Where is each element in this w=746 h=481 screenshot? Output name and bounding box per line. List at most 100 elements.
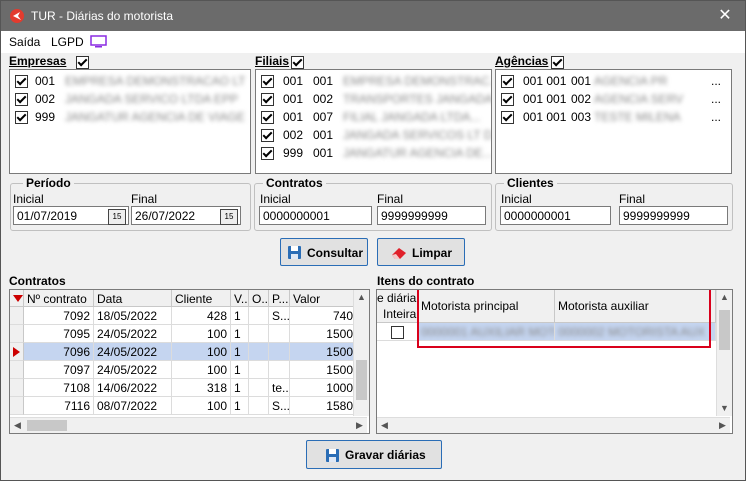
cell[interactable]: 7116 [24,397,94,415]
item-checkbox[interactable] [261,111,274,124]
scroll-left-icon[interactable]: ◀ [10,418,25,433]
item-checkbox[interactable] [15,75,28,88]
cell[interactable]: S... [269,397,290,415]
consultar-button[interactable]: Consultar [280,238,368,266]
cell[interactable]: 1580 [290,397,354,415]
cell[interactable]: 100 [172,397,231,415]
cell[interactable] [249,397,269,415]
periodo-inicial-field[interactable]: 01/07/2019 15 [13,206,129,225]
cell[interactable] [249,307,269,325]
itens-hscrollbar[interactable]: ◀ ▶ [377,417,730,433]
item-checkbox[interactable] [261,93,274,106]
cell[interactable] [269,361,290,379]
cell[interactable]: 1 [231,343,249,361]
cell[interactable]: 1500 [290,325,354,343]
contratos-inicial-field[interactable]: 0000000001 [259,206,372,225]
list-item[interactable]: 001 001 EMPRESA DEMONSTRAC... [256,72,491,89]
cell[interactable]: 24/05/2022 [94,343,172,361]
cell[interactable] [249,361,269,379]
cell[interactable]: 7095 [24,325,94,343]
limpar-button[interactable]: Limpar [377,238,465,266]
cell[interactable]: 1000 [290,379,354,397]
list-item[interactable]: 002 JANGADA SERVICO LTDA EPP [10,90,250,107]
inteira-checkbox[interactable] [391,326,404,339]
cell[interactable]: te... [269,379,290,397]
empresas-all-checkbox[interactable] [76,56,89,69]
cell[interactable]: 100 [172,361,231,379]
cell[interactable]: 7096 [24,343,94,361]
scroll-right-icon[interactable]: ▶ [352,418,367,433]
cell[interactable]: 1 [231,361,249,379]
item-checkbox[interactable] [501,93,514,106]
list-item[interactable]: 001 002 TRANSPORTES JANGADA... [256,90,491,107]
cell-inteira[interactable] [377,323,418,341]
cell[interactable]: 1 [231,397,249,415]
cell[interactable]: 7092 [24,307,94,325]
list-item[interactable]: 001 EMPRESA DEMONSTRACAO LT [10,72,250,89]
scroll-up-icon[interactable]: ▲ [354,290,369,305]
col-header[interactable]: Valor [290,290,354,307]
item-checkbox[interactable] [15,93,28,106]
item-checkbox[interactable] [501,111,514,124]
scroll-left-icon[interactable]: ◀ [377,418,392,433]
filiais-all-checkbox[interactable] [291,56,304,69]
cell[interactable]: 100 [172,343,231,361]
item-checkbox[interactable] [501,75,514,88]
scroll-right-icon[interactable]: ▶ [715,418,730,433]
contratos-grid[interactable]: Nº contrato Data Cliente V... O... P... … [9,289,370,434]
menu-lgpd[interactable]: LGPD [51,35,84,49]
list-item[interactable]: 001 007 FILIAL JANGADA LTDA... [256,108,491,125]
cell[interactable]: 08/07/2022 [94,397,172,415]
list-item[interactable]: 999 001 JANGATUR AGENCIA DE... [256,144,491,161]
list-item[interactable]: 001 001 003 TESTE MILENA ... [496,108,731,125]
calendar-icon[interactable]: 15 [220,209,238,225]
cell[interactable]: 1500 [290,343,354,361]
cell[interactable] [269,325,290,343]
col-header[interactable]: Data [94,290,172,307]
cell[interactable]: 1500 [290,361,354,379]
cell[interactable] [249,325,269,343]
contratos-final-field[interactable]: 9999999999 [377,206,486,225]
scroll-thumb[interactable] [356,360,367,400]
cell[interactable]: 318 [172,379,231,397]
col-header[interactable]: Cliente [172,290,231,307]
cell[interactable] [269,343,290,361]
cell[interactable]: 7097 [24,361,94,379]
contratos-hscrollbar[interactable]: ◀ ▶ [10,417,367,433]
cell[interactable]: 100 [172,325,231,343]
item-checkbox[interactable] [261,147,274,160]
list-item[interactable]: 999 JANGATUR AGENCIA DE VIAGE [10,108,250,125]
calendar-icon[interactable]: 15 [108,209,126,225]
col-header[interactable]: P... [269,290,290,307]
item-checkbox[interactable] [261,75,274,88]
monitor-icon[interactable] [90,35,107,48]
cell[interactable]: S... [269,307,290,325]
cell[interactable]: 24/05/2022 [94,325,172,343]
scroll-down-icon[interactable]: ▼ [717,401,732,416]
cell[interactable]: 428 [172,307,231,325]
filiais-list[interactable]: 001 001 EMPRESA DEMONSTRAC... 001 002 TR… [255,69,492,174]
col-header[interactable]: Inteira [377,306,418,323]
periodo-final-field[interactable]: 26/07/2022 15 [131,206,241,225]
clientes-inicial-field[interactable]: 0000000001 [500,206,611,225]
scroll-up-icon[interactable]: ▲ [717,290,732,305]
itens-grid[interactable]: e diária Inteira Motorista principal Mot… [376,289,733,434]
scroll-thumb[interactable] [719,310,730,350]
col-header[interactable]: Nº contrato [24,290,94,307]
item-checkbox[interactable] [15,111,28,124]
list-item[interactable]: 001 001 001 AGENCIA PR ... [496,72,731,89]
cell[interactable] [249,379,269,397]
list-item[interactable]: 001 001 002 AGENCIA SERV ... [496,90,731,107]
gravar-diarias-button[interactable]: Gravar diárias [306,440,442,469]
cell[interactable]: 14/06/2022 [94,379,172,397]
cell[interactable]: 24/05/2022 [94,361,172,379]
cell[interactable]: 18/05/2022 [94,307,172,325]
empresas-list[interactable]: 001 EMPRESA DEMONSTRACAO LT 002 JANGADA … [9,69,251,174]
cell[interactable]: 1 [231,379,249,397]
scroll-thumb[interactable] [27,420,67,431]
clientes-final-field[interactable]: 9999999999 [619,206,728,225]
cell[interactable]: 1 [231,307,249,325]
col-header[interactable]: O... [249,290,269,307]
close-icon[interactable]: ✕ [713,5,737,27]
cell[interactable]: 7108 [24,379,94,397]
